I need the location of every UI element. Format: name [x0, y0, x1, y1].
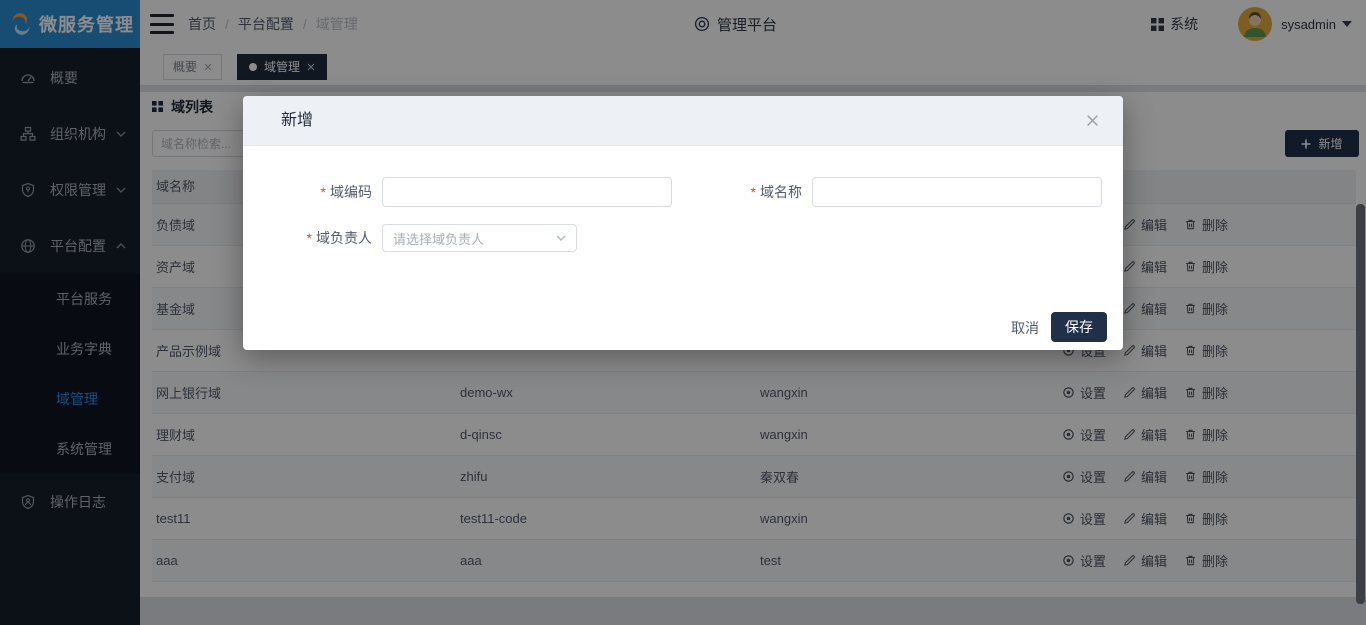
- field-label-domain-owner: *域负责人: [272, 224, 372, 252]
- cancel-button[interactable]: 取消: [1003, 312, 1047, 342]
- domain-owner-select[interactable]: 请选择域负责人: [382, 224, 577, 252]
- required-asterisk: *: [751, 184, 756, 200]
- required-asterisk: *: [321, 184, 326, 200]
- domain-code-input[interactable]: [382, 177, 672, 207]
- save-button[interactable]: 保存: [1051, 312, 1107, 342]
- add-domain-modal: 新增 *域编码 *域名称 *域负责人 请选择域负责人 取消 保存: [243, 96, 1123, 350]
- app-window: 微服务管理 首页 / 平台配置 / 域管理 管理平台 系统 sysadmin: [0, 0, 1366, 625]
- field-label-domain-name: *域名称: [702, 177, 802, 207]
- domain-name-input[interactable]: [812, 177, 1102, 207]
- select-placeholder: 请选择域负责人: [393, 229, 484, 248]
- modal-header: 新增: [243, 96, 1123, 146]
- close-icon[interactable]: [1086, 114, 1099, 132]
- required-asterisk: *: [307, 230, 312, 246]
- chevron-down-icon: [556, 235, 566, 241]
- field-label-domain-code: *域编码: [272, 177, 372, 207]
- modal-title: 新增: [281, 96, 313, 146]
